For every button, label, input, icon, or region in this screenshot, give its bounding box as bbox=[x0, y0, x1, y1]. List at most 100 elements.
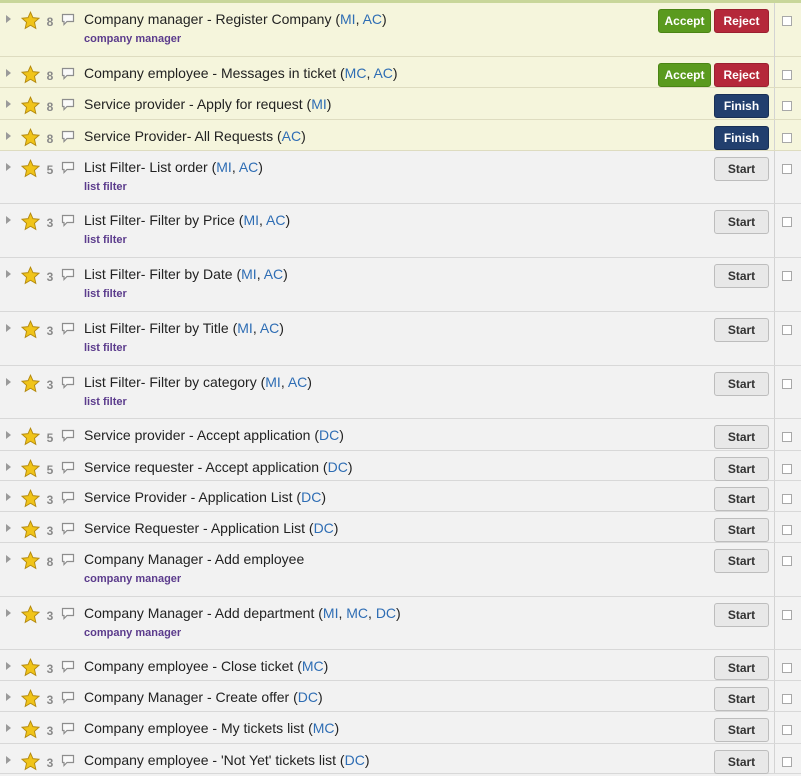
start-button[interactable]: Start bbox=[714, 372, 769, 396]
start-button[interactable]: Start bbox=[714, 157, 769, 181]
comment-icon[interactable] bbox=[61, 461, 75, 474]
task-checkbox[interactable] bbox=[782, 217, 792, 227]
expand-arrow-icon[interactable] bbox=[6, 132, 11, 140]
start-button[interactable]: Start bbox=[714, 425, 769, 449]
star-icon[interactable] bbox=[20, 751, 41, 771]
task-checkbox[interactable] bbox=[782, 70, 792, 80]
expand-arrow-icon[interactable] bbox=[6, 100, 11, 108]
task-checkbox[interactable] bbox=[782, 757, 792, 767]
start-button[interactable]: Start bbox=[714, 549, 769, 573]
comment-icon[interactable] bbox=[61, 522, 75, 535]
expand-arrow-icon[interactable] bbox=[6, 431, 11, 439]
start-button[interactable]: Start bbox=[714, 457, 769, 481]
start-button[interactable]: Start bbox=[714, 603, 769, 627]
expand-arrow-icon[interactable] bbox=[6, 724, 11, 732]
tag-link[interactable]: MC bbox=[345, 65, 367, 81]
comment-icon[interactable] bbox=[61, 376, 75, 389]
task-label[interactable]: list filter bbox=[84, 181, 127, 193]
star-icon[interactable] bbox=[20, 604, 41, 624]
tag-link[interactable]: MI bbox=[241, 266, 257, 282]
star-icon[interactable] bbox=[20, 519, 41, 539]
star-icon[interactable] bbox=[20, 458, 41, 478]
comment-icon[interactable] bbox=[61, 754, 75, 767]
tag-link[interactable]: AC bbox=[288, 374, 307, 390]
expand-arrow-icon[interactable] bbox=[6, 463, 11, 471]
tag-link[interactable]: DC bbox=[301, 489, 321, 505]
comment-icon[interactable] bbox=[61, 67, 75, 80]
tag-link[interactable]: DC bbox=[319, 427, 339, 443]
tag-link[interactable]: MC bbox=[346, 605, 368, 621]
tag-link[interactable]: AC bbox=[264, 266, 283, 282]
finish-button[interactable]: Finish bbox=[714, 126, 769, 150]
task-label[interactable]: list filter bbox=[84, 342, 127, 354]
expand-arrow-icon[interactable] bbox=[6, 756, 11, 764]
task-label[interactable]: company manager bbox=[84, 627, 181, 639]
tag-link[interactable]: MI bbox=[243, 212, 259, 228]
comment-icon[interactable] bbox=[61, 607, 75, 620]
task-checkbox[interactable] bbox=[782, 325, 792, 335]
expand-arrow-icon[interactable] bbox=[6, 216, 11, 224]
tag-link[interactable]: AC bbox=[282, 128, 301, 144]
task-label[interactable]: list filter bbox=[84, 288, 127, 300]
tag-link[interactable]: AC bbox=[266, 212, 285, 228]
star-icon[interactable] bbox=[20, 10, 41, 30]
accept-button[interactable]: Accept bbox=[658, 63, 711, 87]
start-button[interactable]: Start bbox=[714, 656, 769, 680]
comment-icon[interactable] bbox=[61, 161, 75, 174]
expand-arrow-icon[interactable] bbox=[6, 693, 11, 701]
star-icon[interactable] bbox=[20, 95, 41, 115]
start-button[interactable]: Start bbox=[714, 718, 769, 742]
star-icon[interactable] bbox=[20, 127, 41, 147]
star-icon[interactable] bbox=[20, 719, 41, 739]
tag-link[interactable]: AC bbox=[260, 320, 279, 336]
comment-icon[interactable] bbox=[61, 214, 75, 227]
reject-button[interactable]: Reject bbox=[714, 63, 769, 87]
tag-link[interactable]: MI bbox=[216, 159, 232, 175]
star-icon[interactable] bbox=[20, 426, 41, 446]
star-icon[interactable] bbox=[20, 265, 41, 285]
expand-arrow-icon[interactable] bbox=[6, 163, 11, 171]
tag-link[interactable]: MI bbox=[323, 605, 339, 621]
tag-link[interactable]: MC bbox=[313, 720, 335, 736]
comment-icon[interactable] bbox=[61, 13, 75, 26]
task-checkbox[interactable] bbox=[782, 464, 792, 474]
expand-arrow-icon[interactable] bbox=[6, 493, 11, 501]
task-checkbox[interactable] bbox=[782, 16, 792, 26]
tag-link[interactable]: DC bbox=[328, 459, 348, 475]
start-button[interactable]: Start bbox=[714, 750, 769, 774]
star-icon[interactable] bbox=[20, 688, 41, 708]
tag-link[interactable]: DC bbox=[345, 752, 365, 768]
task-checkbox[interactable] bbox=[782, 101, 792, 111]
task-checkbox[interactable] bbox=[782, 271, 792, 281]
expand-arrow-icon[interactable] bbox=[6, 609, 11, 617]
star-icon[interactable] bbox=[20, 158, 41, 178]
comment-icon[interactable] bbox=[61, 130, 75, 143]
task-checkbox[interactable] bbox=[782, 610, 792, 620]
tag-link[interactable]: DC bbox=[314, 520, 334, 536]
start-button[interactable]: Start bbox=[714, 318, 769, 342]
comment-icon[interactable] bbox=[61, 722, 75, 735]
task-checkbox[interactable] bbox=[782, 164, 792, 174]
tag-link[interactable]: DC bbox=[298, 689, 318, 705]
tag-link[interactable]: MC bbox=[302, 658, 324, 674]
star-icon[interactable] bbox=[20, 488, 41, 508]
comment-icon[interactable] bbox=[61, 491, 75, 504]
star-icon[interactable] bbox=[20, 657, 41, 677]
tag-link[interactable]: DC bbox=[376, 605, 396, 621]
task-checkbox[interactable] bbox=[782, 556, 792, 566]
task-checkbox[interactable] bbox=[782, 133, 792, 143]
comment-icon[interactable] bbox=[61, 691, 75, 704]
task-checkbox[interactable] bbox=[782, 525, 792, 535]
task-checkbox[interactable] bbox=[782, 494, 792, 504]
star-icon[interactable] bbox=[20, 319, 41, 339]
start-button[interactable]: Start bbox=[714, 210, 769, 234]
task-checkbox[interactable] bbox=[782, 432, 792, 442]
task-checkbox[interactable] bbox=[782, 725, 792, 735]
task-label[interactable]: company manager bbox=[84, 573, 181, 585]
task-label[interactable]: company manager bbox=[84, 33, 181, 45]
task-label[interactable]: list filter bbox=[84, 396, 127, 408]
task-checkbox[interactable] bbox=[782, 379, 792, 389]
task-label[interactable]: list filter bbox=[84, 234, 127, 246]
tag-link[interactable]: AC bbox=[373, 65, 392, 81]
reject-button[interactable]: Reject bbox=[714, 9, 769, 33]
